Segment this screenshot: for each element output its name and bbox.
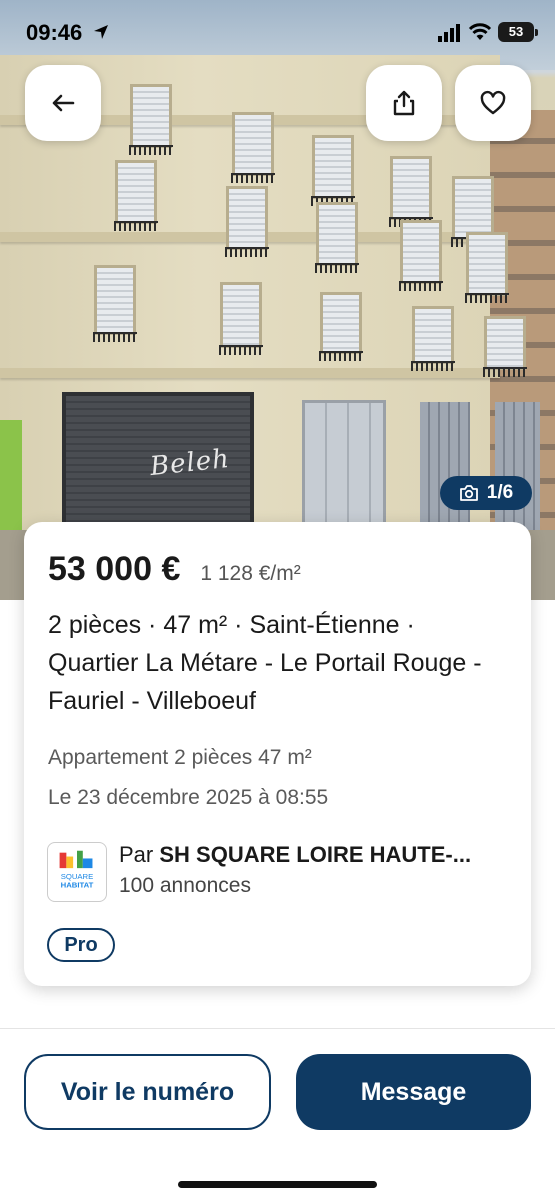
status-time: 09:46 <box>26 20 83 45</box>
window <box>114 160 158 231</box>
window <box>315 202 359 273</box>
street-sign <box>0 420 22 540</box>
show-phone-button[interactable]: Voir le numéro <box>24 1054 271 1130</box>
photo-counter[interactable]: 1/6 <box>440 476 532 510</box>
listing-subtitle: Appartement 2 pièces 47 m² <box>48 746 312 769</box>
favorite-button[interactable] <box>455 65 531 141</box>
cellular-signal-icon <box>438 24 460 42</box>
wifi-icon <box>468 23 492 40</box>
agency-name-label: SH SQUARE LOIRE HAUTE-... <box>159 842 472 867</box>
window <box>311 135 355 206</box>
price: 53 000 € <box>48 550 181 588</box>
window <box>411 306 455 371</box>
window <box>465 232 509 303</box>
window <box>93 265 137 342</box>
window <box>399 220 443 291</box>
window <box>483 316 527 377</box>
listing-card: 53 000 € 1 128 €/m² 2 pièces · 47 m² · S… <box>24 522 531 986</box>
share-icon <box>393 90 415 116</box>
arrow-left-icon <box>52 94 75 112</box>
agency-logo[interactable]: SQUARE HABITAT <box>47 842 107 902</box>
back-button[interactable] <box>25 65 101 141</box>
photo-counter-label: 1/6 <box>486 482 514 503</box>
agency-name[interactable]: Par SH SQUARE LOIRE HAUTE-... <box>119 842 471 868</box>
share-button[interactable] <box>366 65 442 141</box>
window <box>219 282 263 355</box>
message-button[interactable]: Message <box>296 1054 531 1130</box>
side-door <box>495 402 540 532</box>
window <box>389 156 433 227</box>
window <box>319 292 363 361</box>
location-arrow-icon <box>94 25 108 39</box>
listing-date: Le 23 décembre 2025 à 08:55 <box>48 786 329 809</box>
heart-icon <box>480 90 506 115</box>
agency-by-prefix: Par <box>119 842 154 867</box>
bottom-divider <box>0 1028 555 1029</box>
side-door <box>420 402 470 532</box>
status-bar: 09:46 53 <box>0 0 555 64</box>
price-per-m2: 1 128 €/m² <box>200 562 301 585</box>
svg-text:SQUARE: SQUARE <box>61 872 94 881</box>
listing-title: 2 pièces · 47 m² · Saint-Étienne · Quart… <box>48 611 482 715</box>
svg-text:HABITAT: HABITAT <box>61 880 94 889</box>
window <box>231 112 275 183</box>
home-indicator[interactable] <box>178 1181 377 1188</box>
window <box>451 176 495 247</box>
camera-icon <box>459 485 478 501</box>
window <box>225 186 269 257</box>
price-row: 53 000 € 1 128 €/m² <box>48 550 301 589</box>
agency-listing-count: 100 annonces <box>119 874 251 897</box>
pro-badge: Pro <box>47 928 115 962</box>
battery-icon: 53 <box>498 22 538 42</box>
window <box>129 84 173 155</box>
entrance-door <box>302 400 386 540</box>
